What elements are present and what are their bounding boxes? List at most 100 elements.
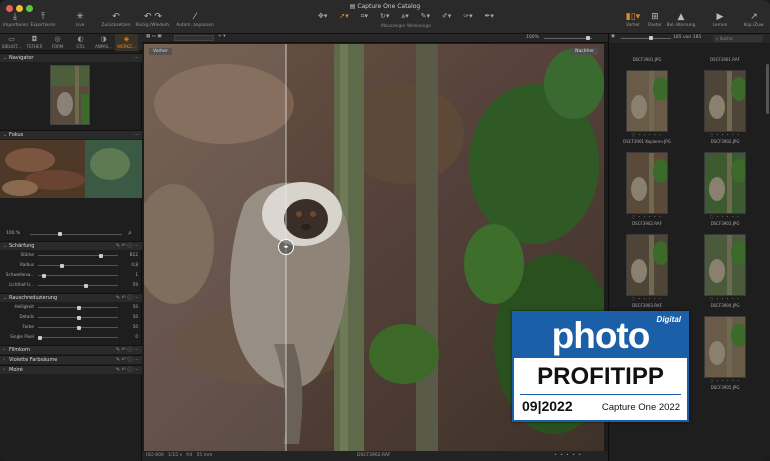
sharpening-slider-knob[interactable] (84, 283, 89, 288)
before-button[interactable]: ▮▯▾ Vorher (620, 11, 646, 33)
moire-panel-header[interactable]: › Moiré ✎ ↶ ⓘ ⋯ (0, 365, 142, 374)
focus-preview[interactable] (0, 140, 142, 198)
film-grain-panel-header[interactable]: › Filmkorn ✎ ↶ ⓘ ⋯ (0, 345, 142, 354)
noise-slider-knob[interactable] (77, 315, 81, 320)
noise-panel-header[interactable]: ⌄ Rauschreduzierung ✎ ↶ ⓘ ⋯ (0, 293, 142, 302)
before-after-split-handle[interactable]: ◂▸ (278, 239, 294, 255)
sharpening-panel-header[interactable]: ⌄ Schärfung ✎ ↶ ⓘ ⋯ (0, 241, 142, 250)
noise-slider-value[interactable]: 50 (122, 304, 138, 309)
pan-tool-icon[interactable]: ✥▾ (318, 12, 327, 22)
panel-menu-icon[interactable]: ⋯ (134, 131, 139, 140)
import-icon: ⤓ (13, 12, 17, 22)
panel-actions[interactable]: ✎ ↶ ⓘ ⋯ (116, 242, 139, 251)
grid-button[interactable]: ⊞ Raster (645, 11, 665, 33)
live-button[interactable]: ✳ Live (70, 11, 90, 33)
thumbnail-rating[interactable]: □ • • • • • (704, 133, 746, 137)
sharpening-slider-knob[interactable] (41, 273, 46, 278)
navigator-panel-header[interactable]: ⌄ Navigator ⋯ (0, 53, 142, 62)
sharpening-slider-value[interactable]: B12 (122, 252, 138, 257)
noise-slider-value[interactable]: 50 (122, 324, 138, 329)
import-button[interactable]: ⤓ Importieren (3, 11, 28, 33)
purple-fringe-panel-header[interactable]: › Violette Farbsäume ✎ ↶ ⓘ ⋯ (0, 355, 142, 364)
thumbnail-rating[interactable]: □ • • • • • (704, 215, 746, 219)
thumbnail-rating[interactable]: □ • • • • • (704, 297, 746, 301)
thumbnail-image[interactable] (626, 152, 668, 214)
keystone-tool-icon[interactable]: ⩓▾ (401, 12, 408, 22)
select-tool-icon[interactable]: ➚▾ (339, 12, 348, 22)
thumbnail-image[interactable] (704, 152, 746, 214)
noise-slider-track[interactable] (38, 337, 118, 338)
zoom-knob[interactable] (586, 36, 590, 40)
sharpening-slider-value[interactable]: 59 (122, 282, 138, 287)
sharpening-slider-knob[interactable] (59, 263, 64, 268)
noise-slider-value[interactable]: 50 (122, 314, 138, 319)
tab-tether[interactable]: ◘ TETHER (23, 34, 46, 51)
tab-style[interactable]: ◐ STIL (69, 34, 92, 51)
picker-tool-icon[interactable]: ✒▾ (485, 12, 494, 22)
tab-form-label: FORM (51, 44, 64, 49)
focus-zoom-slider[interactable] (30, 234, 122, 235)
eye-icon[interactable]: ◉ (611, 34, 615, 39)
panel-actions[interactable]: ✎ ↶ ⓘ ⋯ (116, 366, 139, 375)
sharpening-slider-track[interactable] (38, 285, 118, 286)
noise-slider-knob[interactable] (38, 335, 42, 340)
copy-apply-button[interactable]: ↗ Kop./Zuw. (740, 11, 768, 33)
panel-menu-icon[interactable]: ⋯ (134, 54, 139, 63)
thumbnail-image[interactable] (704, 234, 746, 296)
sharpening-slider-knob[interactable] (98, 253, 103, 258)
add-layer-icon[interactable]: + ▾ (218, 34, 225, 39)
gradient-tool-icon[interactable]: ✑▾ (463, 12, 472, 22)
thumbnail-image[interactable] (704, 70, 746, 132)
noise-slider-value[interactable]: 0 (122, 334, 138, 339)
exposure-warning-button[interactable]: ▲ Bel.-Warnung (665, 11, 697, 33)
panel-actions[interactable]: ✎ ↶ ⓘ ⋯ (116, 346, 139, 355)
sharpening-slider-value[interactable]: 1 (122, 272, 138, 277)
brush-tool-icon[interactable]: ✎▾ (421, 12, 430, 22)
navigator-title: Navigator (9, 55, 34, 61)
sharpening-slider-track[interactable] (38, 275, 118, 276)
noise-slider-knob[interactable] (77, 305, 81, 310)
undo-redo-button[interactable]: ↶ ↷ Rückg./Wiederh. (134, 11, 172, 33)
thumbnail-rating[interactable]: □ • • • • • (626, 297, 668, 301)
panel-actions[interactable]: ✎ ↶ ⓘ ⋯ (116, 294, 139, 303)
browser-scrollbar[interactable] (766, 64, 769, 114)
auto-adjust-button[interactable]: ⁄ Autom. anpassen (175, 11, 215, 33)
sharpening-slider-track[interactable] (38, 255, 118, 256)
focus-picker-icon[interactable]: ⌕ (128, 229, 132, 238)
browser-size-slider[interactable] (621, 38, 671, 39)
tab-adjust[interactable]: ◑ ANPAS... (92, 34, 115, 51)
viewer-layout-icon[interactable]: ▦ ▭ ▣ (146, 34, 162, 39)
thumbnail-rating[interactable]: □ • • • • • (626, 133, 668, 137)
noise-slider-knob[interactable] (77, 325, 81, 330)
learn-button[interactable]: ▶ Lernen (708, 11, 732, 33)
navigator-preview[interactable] (50, 65, 90, 125)
tab-library[interactable]: ▭ BIBLIOT... (0, 34, 23, 51)
viewer-rating-stars[interactable]: • • • • • (554, 453, 582, 458)
crop-tool-icon[interactable]: ⌗▾ (361, 12, 368, 22)
film-grain-title: Filmkorn (9, 347, 31, 353)
thumbnail-image[interactable] (626, 234, 668, 296)
thumbnail-image[interactable] (626, 70, 668, 132)
layer-selector[interactable] (174, 35, 214, 41)
export-button[interactable]: ⤒ Exportieren (29, 11, 57, 33)
browser-size-knob[interactable] (649, 36, 653, 40)
badge-product: Capture One 2022 (601, 402, 680, 413)
panel-actions[interactable]: ✎ ↶ ⓘ ⋯ (116, 356, 139, 365)
reset-button[interactable]: ↶ Zurücksetzen (100, 11, 132, 33)
search-box[interactable]: ⌕ Suche (713, 35, 763, 42)
thumbnail-preview (705, 317, 745, 377)
zoom-slider[interactable] (544, 38, 592, 39)
thumbnail-rating[interactable]: □ • • • • • (626, 215, 668, 219)
thumbnail-rating[interactable]: □ • • • • • (704, 379, 746, 383)
sharpening-slider-value[interactable]: 0,8 (122, 262, 138, 267)
sharpening-slider-track[interactable] (38, 265, 118, 266)
tab-form[interactable]: ◎ FORM (46, 34, 69, 51)
exif-focal: 55 mm (196, 453, 213, 458)
eraser-tool-icon[interactable]: ✐▾ (442, 12, 451, 22)
rotate-tool-icon[interactable]: ↻▾ (380, 12, 389, 22)
focus-zoom-knob[interactable] (58, 232, 62, 236)
focus-panel-header[interactable]: ⌄ Fokus ⋯ (0, 130, 142, 139)
thumbnail-image[interactable] (704, 316, 746, 378)
copy-apply-icon: ↗ (750, 12, 758, 22)
tab-tools[interactable]: ◈ WERKZ... (115, 34, 138, 51)
